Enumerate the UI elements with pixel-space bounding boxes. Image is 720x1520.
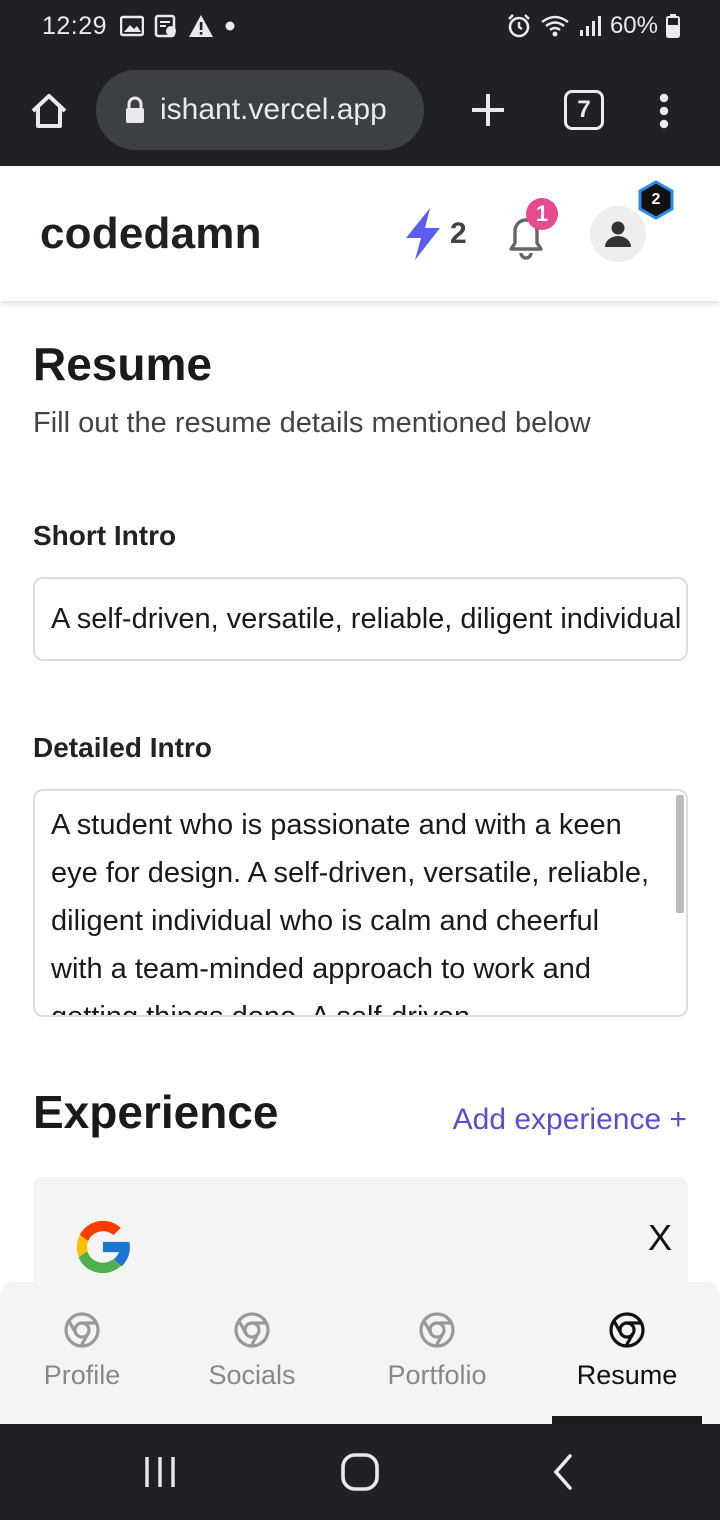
status-notification-icons [120,14,236,38]
tab-resume[interactable]: Resume [562,1282,692,1424]
chrome-icon [64,1312,100,1348]
status-time: 12:29 [42,12,108,40]
dot-icon [225,21,235,31]
browser-toolbar: ishant.vercel.app 7 [0,56,720,166]
short-intro-input[interactable]: A self-driven, versatile, reliable, dili… [33,577,688,661]
active-tab-indicator [552,1416,702,1424]
chrome-icon [609,1312,645,1348]
wifi-icon [541,15,569,37]
add-experience-link[interactable]: Add experience + [453,1103,687,1137]
recent-apps-icon[interactable] [142,1454,178,1490]
lightning-icon[interactable] [402,207,444,261]
chrome-icon [419,1312,455,1348]
back-icon[interactable] [548,1452,578,1492]
tab-profile-label: Profile [43,1360,121,1390]
home-nav-icon[interactable] [340,1452,382,1492]
remove-experience-button[interactable]: X [648,1217,672,1259]
tab-portfolio-label: Portfolio [387,1360,487,1390]
notification-badge: 1 [526,198,558,230]
tab-socials-label: Socials [208,1360,296,1390]
bottom-tab-bar: Profile Socials Portfolio Resume [0,1282,720,1424]
level-badge-count: 2 [651,191,661,208]
status-bar: 12:29 60% [0,0,720,56]
level-badge: 2 [636,180,676,220]
new-tab-icon[interactable] [466,88,510,132]
url-text: ishant.vercel.app [160,93,387,126]
detailed-intro-textarea[interactable]: A student who is passionate and with a k… [33,789,688,1017]
detailed-intro-value: A student who is passionate and with a k… [51,809,650,1017]
user-icon [605,221,631,247]
bolt-count: 2 [450,217,467,250]
tab-portfolio[interactable]: Portfolio [372,1282,502,1424]
page-subtitle: Fill out the resume details mentioned be… [33,407,591,439]
tab-socials[interactable]: Socials [192,1282,312,1424]
short-intro-value: A self-driven, versatile, reliable, dili… [51,602,686,635]
page-title: Resume [33,338,212,390]
tab-switcher-button[interactable]: 7 [564,90,604,130]
lock-icon [126,96,144,123]
textarea-scrollbar[interactable] [676,795,684,913]
short-intro-label: Short Intro [33,520,177,551]
chrome-icon [234,1312,270,1348]
tab-count: 7 [577,96,591,123]
home-icon[interactable] [26,88,72,134]
alarm-icon [508,14,530,38]
more-menu-icon[interactable] [646,90,682,132]
app-header: codedamn 2 [0,167,720,301]
clipboard-icon [154,14,176,38]
status-system-icons: 60% [506,12,680,40]
battery-icon [666,14,680,38]
warning-icon [189,15,213,37]
tab-resume-label: Resume [576,1360,678,1390]
address-bar[interactable]: ishant.vercel.app [96,70,424,150]
system-navigation-bar [0,1424,720,1520]
tab-profile[interactable]: Profile [22,1282,142,1424]
battery-percent: 60% [609,12,658,39]
experience-heading: Experience [33,1086,279,1138]
google-logo-icon [76,1220,131,1274]
detailed-intro-label: Detailed Intro [33,732,212,763]
gallery-icon [120,15,144,37]
signal-icon [579,16,601,36]
codedamn-logo[interactable]: codedamn [40,209,262,259]
